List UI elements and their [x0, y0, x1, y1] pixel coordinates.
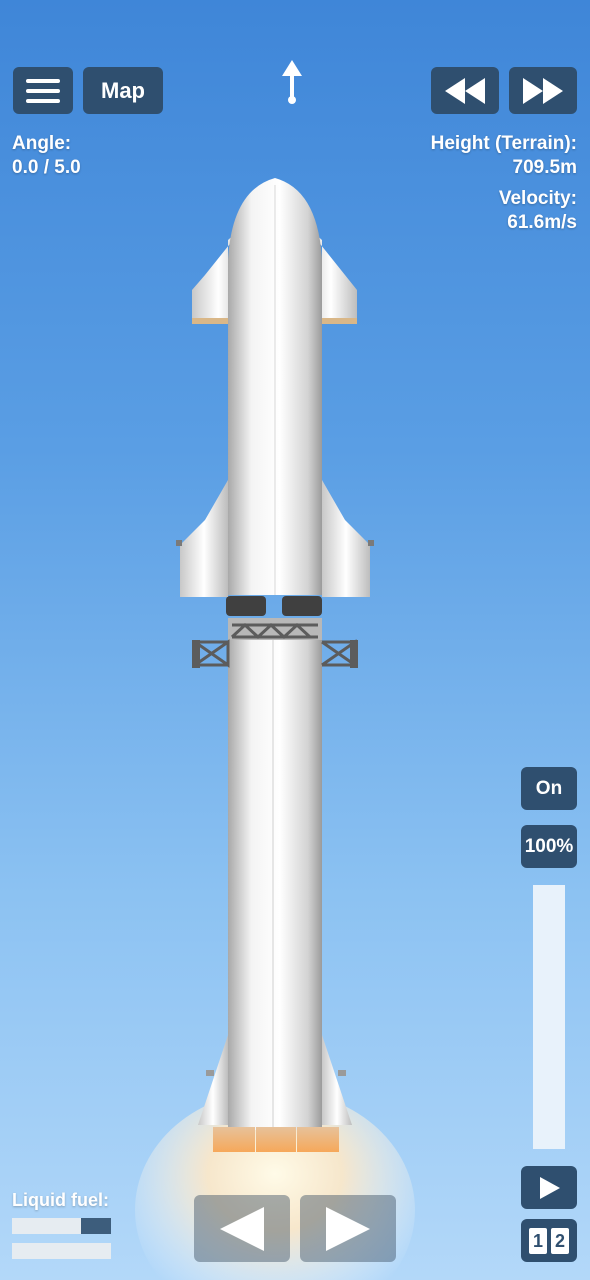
menu-button[interactable] [13, 67, 73, 114]
rotate-left-button[interactable] [194, 1195, 290, 1262]
aft-flap-left [180, 480, 228, 597]
throttle-toggle-label: On [535, 777, 563, 799]
velocity-value: 61.6m/s [507, 212, 577, 233]
fuel-label: Liquid fuel: [12, 1190, 109, 1210]
throttle-slider[interactable] [533, 885, 565, 1149]
stage-1-box: 1 [529, 1227, 547, 1254]
rewind-icon [445, 77, 485, 104]
throttle-percent-button[interactable]: 100% [521, 825, 577, 868]
fuel-bar-stage-2 [12, 1243, 111, 1259]
map-button-label: Map [101, 77, 145, 103]
booster-fin-left [198, 1035, 228, 1125]
play-button[interactable] [521, 1166, 577, 1209]
booster-engine-3 [297, 1127, 339, 1152]
height-readout: Height (Terrain): 709.5m [431, 132, 577, 180]
stage-selector-button[interactable]: 1 2 [521, 1219, 577, 1262]
fast-forward-icon [523, 77, 563, 104]
height-label: Height (Terrain): [430, 133, 577, 154]
fuel-bar-stage-1 [12, 1218, 111, 1234]
time-slower-button[interactable] [431, 67, 499, 114]
stage-2-box: 2 [551, 1227, 569, 1254]
booster-engine-1 [213, 1127, 255, 1152]
angle-label: Angle: [12, 133, 72, 154]
right-arrow-icon [326, 1206, 370, 1251]
throttle-toggle-button[interactable]: On [521, 767, 577, 810]
heading-arrow-icon [282, 60, 302, 104]
rotate-right-button[interactable] [300, 1195, 396, 1262]
height-value: 709.5m [512, 157, 577, 178]
velocity-label: Velocity: [498, 188, 577, 209]
time-faster-button[interactable] [509, 67, 577, 114]
angle-readout: Angle: 0.0 / 5.0 [12, 132, 81, 180]
throttle-percent-label: 100% [524, 835, 574, 857]
booster-engine-2 [256, 1127, 296, 1152]
fuel-bar-stage-1-empty [81, 1218, 111, 1234]
aft-flap-right [322, 480, 370, 597]
velocity-readout: Velocity: 61.6m/s [499, 187, 577, 235]
play-icon [540, 1176, 560, 1199]
map-button[interactable]: Map [83, 67, 163, 114]
throttle-slider-fill [533, 885, 565, 1149]
left-arrow-icon [220, 1206, 264, 1251]
booster-fin-right [322, 1035, 352, 1125]
hamburger-icon [26, 78, 60, 103]
booster-body [228, 640, 322, 1130]
angle-value: 0.0 / 5.0 [12, 157, 81, 178]
